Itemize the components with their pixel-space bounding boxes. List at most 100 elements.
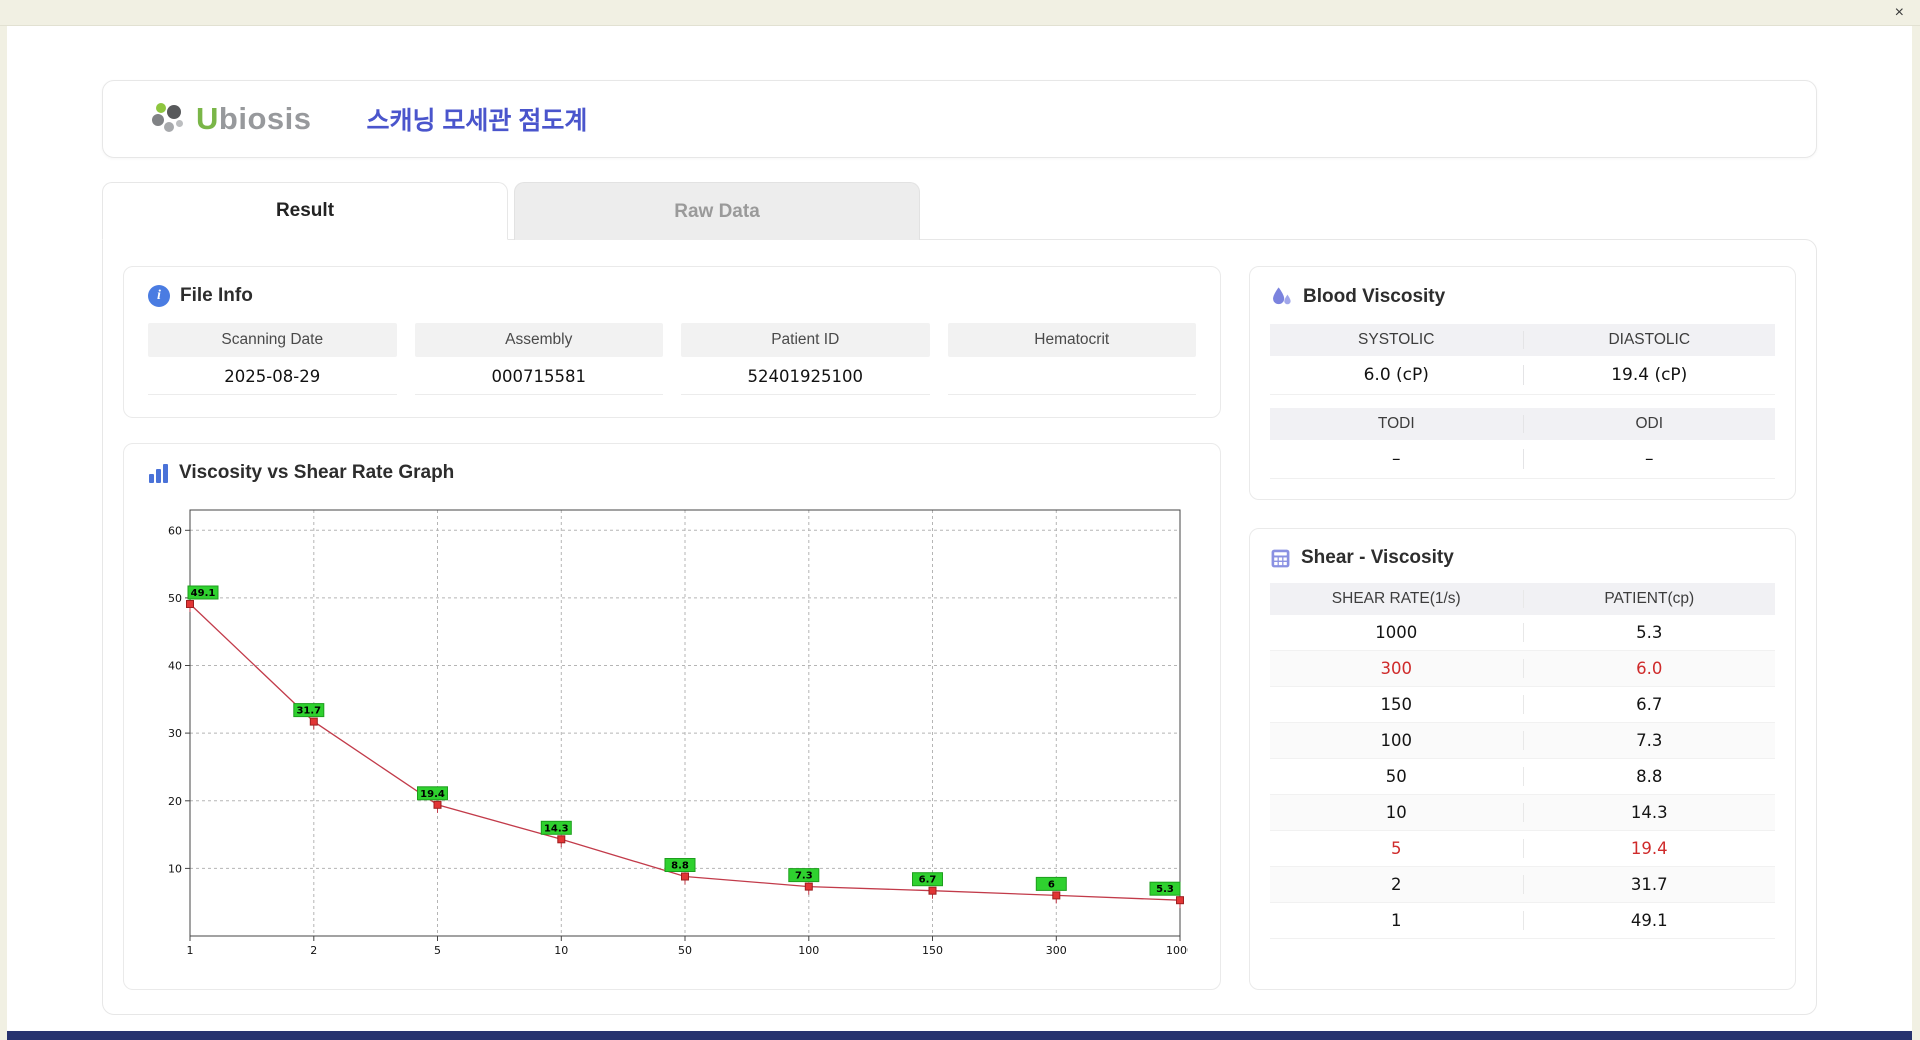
svg-text:8.8: 8.8	[671, 861, 689, 872]
blood-viscosity-title: Blood Viscosity	[1303, 285, 1446, 307]
bv-label-odi: ODI	[1522, 415, 1776, 433]
data-point	[681, 872, 689, 881]
patient-cell: 5.3	[1522, 623, 1776, 642]
point-label: 7.3	[788, 868, 820, 883]
svg-text:30: 30	[168, 727, 182, 740]
svg-text:100: 100	[798, 944, 819, 957]
shear-viscosity-card: Shear - Viscosity SHEAR RATE(1/s) PATIEN…	[1249, 528, 1796, 990]
field-scanning-date: Scanning Date 2025-08-29	[148, 323, 397, 395]
field-label: Scanning Date	[148, 323, 397, 357]
patient-cell: 6.7	[1522, 695, 1776, 714]
svg-text:6: 6	[1048, 879, 1055, 890]
bv-label-todi: TODI	[1377, 415, 1415, 432]
svg-text:14.3: 14.3	[544, 823, 569, 834]
point-label: 6.7	[912, 872, 943, 887]
table-row: 2 31.7	[1270, 867, 1775, 903]
tab-raw-data[interactable]: Raw Data	[514, 182, 920, 240]
svg-text:300: 300	[1046, 944, 1067, 957]
patient-cell: 19.4	[1522, 839, 1776, 858]
point-label: 31.7	[293, 703, 325, 718]
svg-text:10: 10	[554, 944, 568, 957]
field-patient-id: Patient ID 52401925100	[681, 323, 930, 395]
viscosity-graph-card: Viscosity vs Shear Rate Graph 10 20 30 40 50…	[123, 443, 1221, 990]
svg-text:49.1: 49.1	[191, 588, 216, 599]
shear-rate-cell: 5	[1391, 839, 1402, 858]
shear-rate-cell: 150	[1380, 695, 1413, 714]
bottom-status-bar	[7, 1031, 1912, 1040]
ubiosis-logo: Ubiosis	[148, 100, 311, 138]
droplet-icon	[1273, 287, 1291, 305]
svg-text:150: 150	[922, 944, 943, 957]
svg-text:40: 40	[168, 660, 182, 673]
patient-cell: 6.0	[1522, 659, 1776, 678]
table-row: 300 6.0	[1270, 651, 1775, 687]
shear-rate-cell: 1000	[1375, 623, 1418, 642]
bv-value-row: 6.0 (cP) 19.4 (cP)	[1270, 356, 1775, 395]
patient-cell: 31.7	[1522, 875, 1776, 894]
blood-viscosity-table: SYSTOLIC DIASTOLIC 6.0 (cP) 19.4 (cP) TO…	[1270, 324, 1775, 479]
app-header: Ubiosis 스캐닝 모세관 점도계	[102, 80, 1817, 158]
svg-text:31.7: 31.7	[296, 706, 321, 717]
point-label: 8.8	[664, 858, 696, 872]
data-point	[557, 835, 566, 844]
svg-text:1000: 1000	[1166, 944, 1188, 957]
point-label: 49.1	[187, 585, 219, 600]
bv-label-diastolic: DIASTOLIC	[1522, 331, 1776, 349]
blood-viscosity-card: Blood Viscosity SYSTOLIC DIASTOLIC 6.0 (…	[1249, 266, 1796, 500]
patient-cell: 14.3	[1522, 803, 1776, 822]
file-info-card: i File Info Scanning Date 2025-08-29 Ass…	[123, 266, 1221, 418]
data-point	[1176, 896, 1184, 905]
tab-result[interactable]: Result	[102, 182, 508, 240]
close-icon[interactable]: ×	[1895, 3, 1904, 23]
logo-text: Ubiosis	[196, 101, 312, 136]
patient-cell: 49.1	[1522, 911, 1776, 930]
data-point	[309, 717, 318, 726]
point-label: 19.4	[417, 786, 448, 801]
sv-header-row: SHEAR RATE(1/s) PATIENT(cp)	[1270, 583, 1775, 615]
field-label: Assembly	[414, 323, 663, 357]
svg-text:2: 2	[310, 944, 317, 957]
window-titlebar: ×	[0, 0, 1920, 26]
data-point	[804, 882, 813, 891]
svg-text:1: 1	[187, 944, 194, 957]
point-label: 6	[1035, 876, 1067, 891]
table-row: 10 14.3	[1270, 795, 1775, 831]
file-info-title: File Info	[180, 285, 253, 306]
bv-header-row: TODI ODI	[1270, 408, 1775, 440]
field-value: 52401925100	[681, 357, 930, 395]
viscosity-chart: 10 20 30 40 50 60 1 2 5 10 50 100 150 300 1000 49.1 31.7…	[168, 509, 1194, 957]
shear-rate-cell: 2	[1391, 875, 1402, 894]
shear-rate-cell: 10	[1385, 803, 1407, 822]
field-value: 000715581	[414, 357, 663, 395]
bv-value-diastolic: 19.4 (cP)	[1522, 365, 1776, 385]
shear-rate-cell: 100	[1380, 731, 1413, 750]
bar-chart-icon	[149, 463, 168, 483]
shear-viscosity-table: SHEAR RATE(1/s) PATIENT(cp) 1000 5.3 300…	[1270, 583, 1775, 939]
file-info-fields: Scanning Date 2025-08-29 Assembly 000715…	[148, 323, 1196, 395]
svg-text:20: 20	[168, 795, 182, 808]
point-label: 14.3	[540, 820, 572, 835]
field-value: 2025-08-29	[148, 357, 397, 395]
tab-bar: Result Raw Data	[102, 182, 1817, 240]
logo-cluster-icon	[152, 103, 183, 132]
field-assembly: Assembly 000715581	[414, 323, 663, 395]
bv-value-todi: –	[1392, 449, 1401, 469]
info-icon: i	[148, 285, 170, 307]
table-icon	[1271, 549, 1290, 567]
bv-label-systolic: SYSTOLIC	[1358, 331, 1435, 348]
data-point	[928, 886, 937, 895]
svg-text:10: 10	[168, 862, 182, 875]
bv-header-row: SYSTOLIC DIASTOLIC	[1270, 324, 1775, 356]
svg-text:7.3: 7.3	[795, 871, 813, 882]
field-hematocrit: Hematocrit	[947, 323, 1196, 395]
table-row: 5 19.4	[1270, 831, 1775, 867]
bv-value-systolic: 6.0 (cP)	[1363, 365, 1429, 385]
svg-text:50: 50	[678, 944, 692, 957]
svg-text:60: 60	[168, 524, 182, 537]
field-value	[947, 357, 1196, 395]
app-title: 스캐닝 모세관 점도계	[366, 107, 588, 135]
svg-text:19.4: 19.4	[420, 789, 445, 800]
patient-cell: 8.8	[1522, 767, 1776, 786]
table-row: 150 6.7	[1270, 687, 1775, 723]
data-point	[1052, 891, 1061, 900]
